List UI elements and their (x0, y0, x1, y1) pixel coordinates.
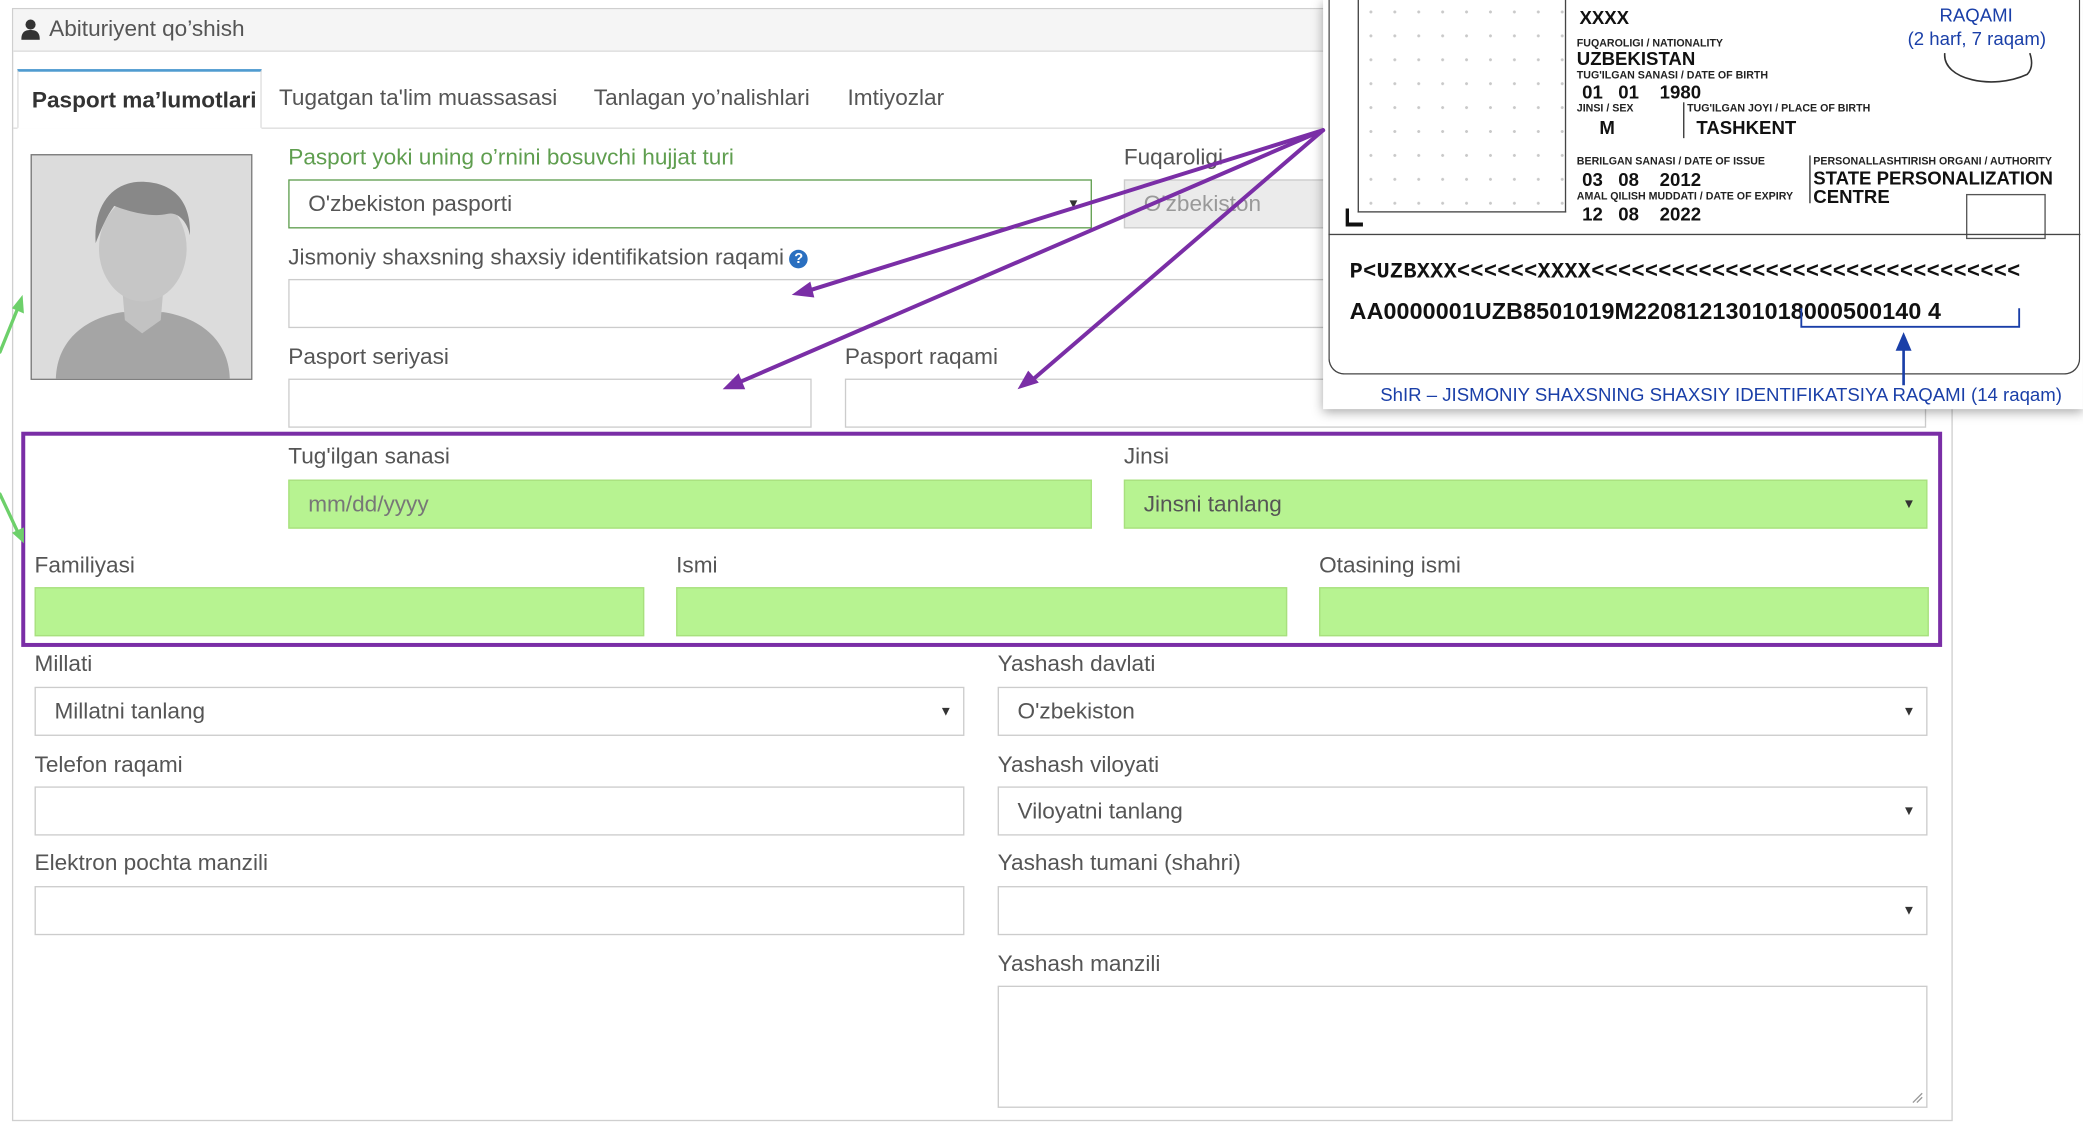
district-select[interactable]: ▼ (997, 886, 1928, 936)
card-expiry: 12 08 2022 (1582, 203, 1702, 225)
phone-label: Telefon raqami (34, 751, 183, 778)
highlight-box (21, 431, 1943, 647)
citizenship-label: Fuqaroligi (1123, 144, 1223, 171)
tab-label: Pasport ma’lumotlari (31, 87, 257, 113)
card-authority-label: PERSONALLASHTIRISH ORGANI / AUTHORITY (1813, 155, 2053, 168)
card-separator (1328, 233, 2081, 236)
card-sex-label: JINSI / SEX (1576, 102, 1634, 115)
bracket-curve-icon (1943, 52, 2033, 83)
avatar-icon (31, 155, 252, 379)
card-pob: TASHKENT (1696, 116, 1797, 139)
resize-handle-icon[interactable] (1910, 1091, 1923, 1104)
card-pob-label: TUG'ILGAN JOYI / PLACE OF BIRTH (1687, 102, 1871, 115)
card-dob-label: TUG'ILGAN SANASI / DATE OF BIRTH (1576, 69, 1769, 82)
country-select[interactable]: O'zbekiston ▼ (997, 686, 1928, 736)
help-icon[interactable]: ? (789, 249, 808, 269)
avatar-placeholder[interactable] (30, 154, 253, 380)
mrz-line-1: P<UZBXXX<<<<<<XXXX<<<<<<<<<<<<<<<<<<<<<<… (1349, 259, 2021, 285)
district-label: Yashash tumani (shahri) (997, 850, 1241, 876)
citizenship-value: O'zbekiston (1143, 190, 1262, 216)
country-label: Yashash davlati (997, 650, 1156, 677)
doc-type-value: O'zbekiston pasporti (308, 190, 513, 216)
card-surname: XXXX (1579, 6, 1630, 28)
passport-photo-area (1357, 0, 1567, 213)
card-divider (1809, 155, 1811, 204)
panel-title: Abituriyent qo’shish (49, 15, 245, 42)
passport-series-input[interactable] (288, 378, 812, 428)
card-signature-box (1966, 193, 2046, 240)
card-issue-label: BERILGAN SANASI / DATE OF ISSUE (1576, 155, 1765, 168)
passport-series-label: Pasport seriyasi (288, 344, 449, 370)
pinfl-label: Jismoniy shaxsning shaxsiy identifikatsi… (288, 244, 808, 271)
caret-down-icon: ▼ (939, 704, 953, 719)
doc-type-select[interactable]: O'zbekiston pasporti ▼ (288, 179, 1092, 229)
nationality-value: Millatni tanlang (54, 698, 206, 724)
pinfl-input[interactable] (288, 278, 1391, 329)
pinfl-label-text: Jismoniy shaxsning shaxsiy identifikatsi… (288, 244, 785, 270)
tab-directions[interactable]: Tanlagan yo’nalishlari (594, 85, 810, 112)
region-value: Viloyatni tanlang (1017, 797, 1183, 823)
region-label: Yashash viloyati (997, 751, 1160, 778)
card-authority-2: CENTRE (1813, 185, 1890, 208)
nationality-select[interactable]: Millatni tanlang ▼ (34, 686, 965, 736)
address-textarea[interactable] (997, 985, 1928, 1108)
passport-number-label: Pasport raqami (844, 344, 999, 370)
card-divider (1683, 102, 1685, 139)
tab-passport-data[interactable]: Pasport ma’lumotlari (17, 69, 262, 129)
card-nationality: UZBEKISTAN (1576, 47, 1696, 70)
user-icon (21, 19, 40, 40)
pinfl-bracket-icon (1800, 308, 2021, 386)
caret-down-icon: ▼ (1902, 704, 1916, 719)
phone-input[interactable] (34, 786, 965, 836)
email-label: Elektron pochta manzili (34, 850, 269, 876)
address-label: Yashash manzili (997, 951, 1161, 977)
caret-down-icon: ▼ (1902, 803, 1916, 819)
card-expiry-label: AMAL QILISH MUDDATI / DATE OF EXPIRY (1576, 189, 1794, 202)
raqami-label: RAQAMI (1939, 3, 2013, 26)
card-dob: 01 01 1980 (1582, 81, 1702, 103)
card-sex: M (1599, 116, 1615, 139)
card-issue: 03 08 2012 (1582, 168, 1702, 190)
pinfl-caption: ShIR – JISMONIY SHAXSNING SHAXSIY IDENTI… (1380, 383, 2062, 406)
email-input[interactable] (34, 886, 965, 936)
caret-down-icon: ▼ (1902, 903, 1916, 918)
doc-type-label: Pasport yoki uning o’rnini bosuvchi hujj… (288, 144, 734, 171)
corner-mark-icon (1345, 208, 1363, 227)
tab-privileges[interactable]: Imtiyozlar (848, 85, 945, 112)
raqami-note: (2 harf, 7 raqam) (1907, 27, 2047, 50)
region-select[interactable]: Viloyatni tanlang ▼ (997, 786, 1928, 836)
country-value: O'zbekiston (1017, 698, 1135, 724)
tab-education[interactable]: Tugatgan ta'lim muassasasi (279, 85, 557, 112)
caret-down-icon: ▼ (1066, 196, 1080, 212)
nationality-label: Millati (34, 650, 93, 677)
